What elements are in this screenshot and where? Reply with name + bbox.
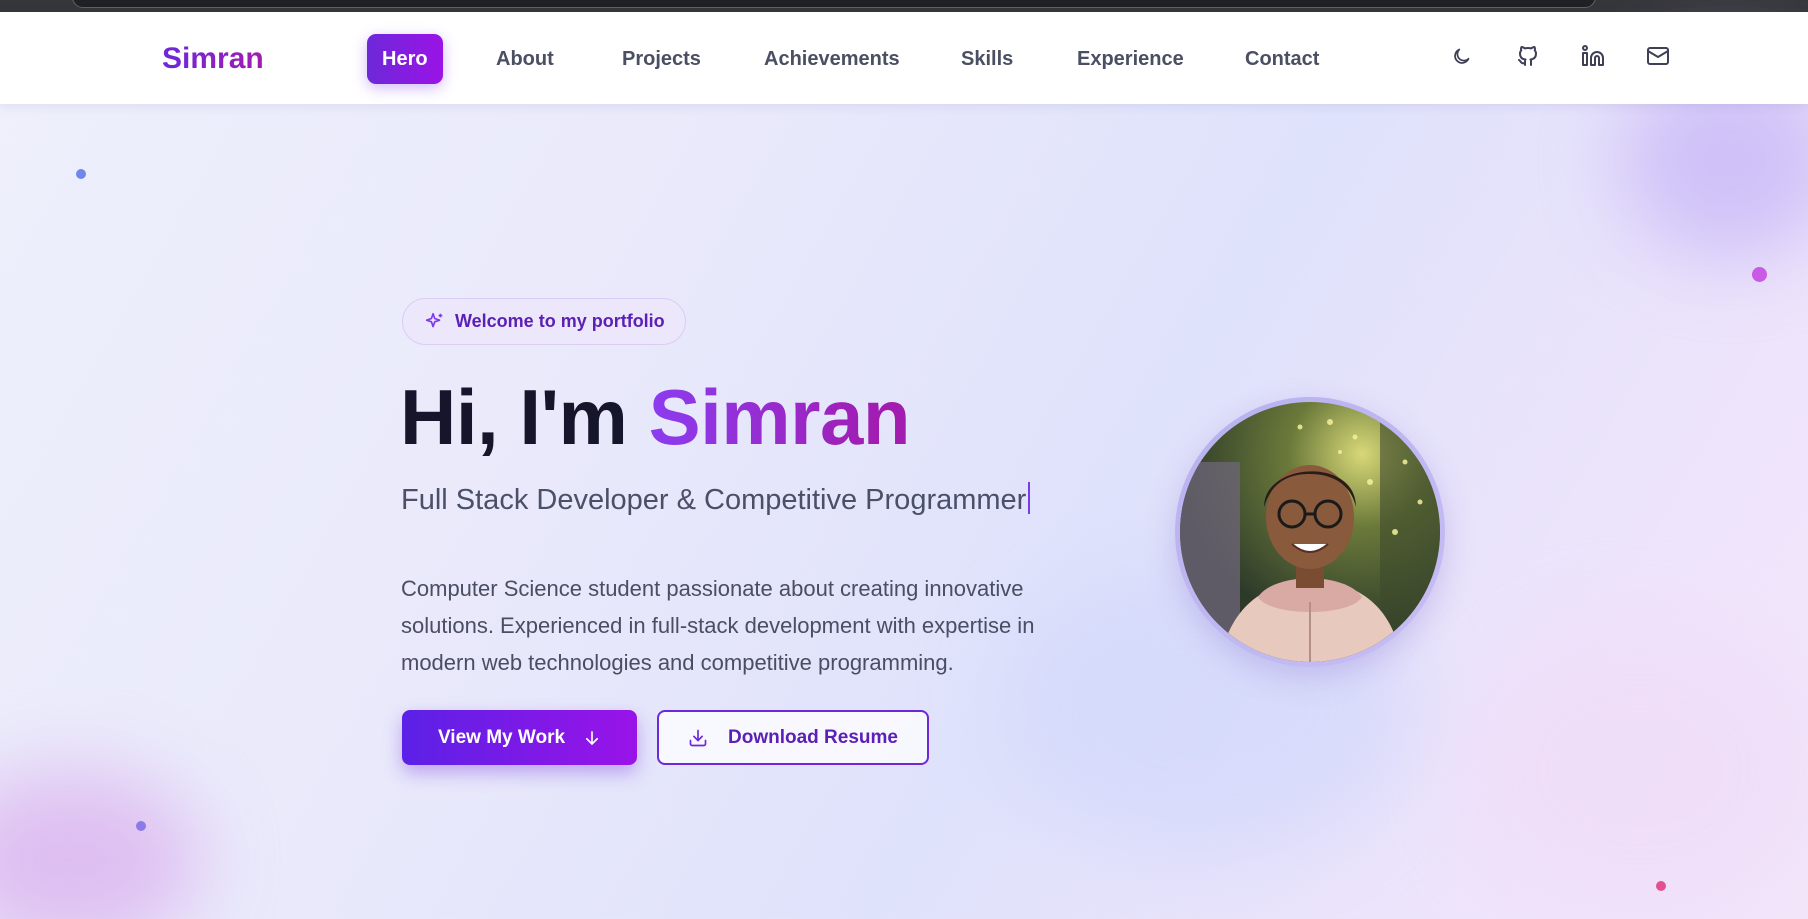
decor-dot — [1752, 267, 1767, 282]
view-my-work-label: View My Work — [437, 726, 566, 748]
hero-headline: Hi, I'm Simran — [400, 372, 911, 463]
nav-item-about[interactable]: About — [496, 34, 554, 84]
bg-blob-bottom-right — [1460, 620, 1808, 919]
bg-blob-bottom-left — [0, 770, 200, 919]
hero-description: Computer Science student passionate abou… — [401, 576, 1035, 675]
top-navbar: Simran Hero About Projects Achievements … — [0, 12, 1808, 104]
arrow-down-icon — [585, 730, 599, 745]
sparkles-icon — [425, 312, 443, 327]
download-icon — [689, 729, 707, 746]
nav-item-hero[interactable]: Hero — [367, 34, 443, 84]
mail-icon[interactable] — [1643, 41, 1673, 71]
hero-subtitle: Full Stack Developer & Competitive Progr… — [401, 482, 1031, 517]
browser-address-bar[interactable] — [72, 0, 1596, 8]
hero-subtitle-text: Full Stack Developer & Competitive Progr… — [401, 484, 1027, 516]
linkedin-icon[interactable] — [1578, 41, 1608, 71]
brand-logo[interactable]: Simran — [162, 42, 264, 76]
hero-name: Simran — [648, 373, 911, 461]
welcome-badge: Welcome to my portfolio — [402, 298, 686, 345]
nav-item-contact[interactable]: Contact — [1245, 34, 1319, 84]
decor-dot — [136, 821, 146, 831]
nav-item-projects[interactable]: Projects — [622, 34, 701, 84]
decor-dot — [76, 169, 86, 179]
badge-text: Welcome to my portfolio — [455, 311, 665, 331]
moon-icon[interactable] — [1446, 41, 1476, 71]
browser-top-strip — [0, 0, 1808, 12]
view-my-work-button[interactable]: View My Work — [402, 710, 637, 765]
download-resume-label: Download Resume — [728, 726, 898, 748]
profile-photo — [1180, 402, 1440, 662]
github-icon[interactable] — [1513, 41, 1543, 71]
profile-avatar — [1175, 397, 1445, 667]
hero-greeting: Hi, I'm — [400, 373, 628, 461]
download-resume-button[interactable]: Download Resume — [657, 710, 929, 765]
nav-item-achievements[interactable]: Achievements — [764, 34, 900, 84]
nav-item-experience[interactable]: Experience — [1077, 34, 1184, 84]
decor-dot — [1656, 881, 1666, 891]
typing-caret — [1028, 482, 1031, 514]
nav-item-skills[interactable]: Skills — [961, 34, 1013, 84]
